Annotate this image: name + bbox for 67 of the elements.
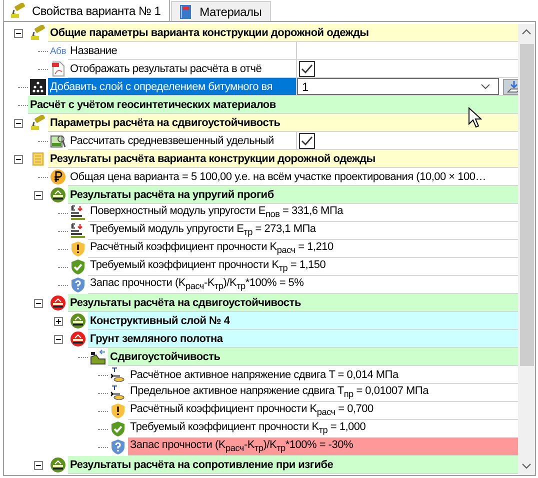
modulus-icon xyxy=(70,223,86,239)
group-header[interactable]: Параметры расчёта на сдвигоустойчивость xyxy=(48,114,518,132)
expand-icon[interactable] xyxy=(54,316,62,326)
scroll-icon xyxy=(30,151,46,167)
property-label: Расчётный коэффициент прочности K$_{расч}$ = 0,700 xyxy=(128,402,518,420)
group-header[interactable]: Грунт земляного полотна xyxy=(88,330,518,348)
collapse-icon[interactable] xyxy=(34,190,42,200)
layers-circle-icon xyxy=(50,295,66,311)
group-header[interactable]: Расчёт с учётом геосинтетических материалов xyxy=(28,96,518,114)
shield-exclamation-icon xyxy=(70,241,86,257)
layers-circle-icon xyxy=(70,331,86,347)
collapse-icon[interactable] xyxy=(14,28,22,38)
chevron-down-icon xyxy=(481,84,490,90)
property-label: Требуемый модуль упругости E$_{тр}$ = 273,1 МПа xyxy=(88,222,518,240)
tab[interactable]: Свойства варианта № 1 xyxy=(3,0,170,21)
shield-question-icon xyxy=(70,277,86,293)
apply-button[interactable] xyxy=(503,78,518,94)
scroll-up-icon[interactable] xyxy=(522,29,531,35)
shield-exclamation-icon xyxy=(110,403,126,419)
group-header[interactable]: Сдвигоустойчивость xyxy=(108,348,518,366)
collapse-icon[interactable] xyxy=(14,118,22,128)
group-header[interactable]: Результаты расчёта на сопротивление при изгибе xyxy=(68,456,518,474)
collapse-icon[interactable] xyxy=(54,334,62,344)
checkbox[interactable] xyxy=(299,132,315,148)
layers-circle-icon xyxy=(70,313,86,329)
paint-roller-icon xyxy=(30,115,46,131)
shield-question-icon xyxy=(110,439,126,455)
abc-icon: Абв xyxy=(50,46,66,56)
property-label[interactable]: Добавить слой с определением битумного вя xyxy=(48,78,296,96)
scrollbar-thumb[interactable] xyxy=(520,44,534,366)
checkbox[interactable] xyxy=(299,60,315,76)
collapse-icon[interactable] xyxy=(34,460,42,470)
mouse-pointer-icon xyxy=(468,107,482,129)
group-header[interactable]: Результаты расчёта на упругий прогиб xyxy=(68,186,518,204)
coin-icon xyxy=(50,169,66,185)
layers-circle-icon xyxy=(50,187,66,203)
group-header[interactable]: Общие параметры варианта конструкции дорожной одежды xyxy=(48,24,518,42)
collapse-icon[interactable] xyxy=(14,154,22,164)
paint-roller-icon xyxy=(10,2,26,18)
document-icon xyxy=(50,61,66,77)
property-label: Требуемый коэффициент прочности K$_{тр}$ = 1,000 xyxy=(128,420,518,438)
property-label: Запас прочности (K$_{расч}$-K$_{тр}$)/K$_{тр}$*100% = 5% xyxy=(88,276,518,294)
dots-square-icon xyxy=(30,79,46,95)
property-label: Запас прочности (K$_{расч}$-K$_{тр}$)/K$_{тр}$*100% = -30% xyxy=(128,438,518,456)
collapse-icon[interactable] xyxy=(34,298,42,308)
shield-check-icon xyxy=(70,259,86,275)
layers-circle-icon xyxy=(50,457,66,473)
group-header[interactable]: Результаты расчёта на сдвигоустойчивость xyxy=(68,294,518,312)
property-label: Расчётный коэффициент прочности K$_{расч}$ = 1,210 xyxy=(88,240,518,258)
shear-icon xyxy=(110,385,126,401)
chart-icon xyxy=(50,133,66,149)
scroll-down-icon[interactable] xyxy=(522,463,531,469)
scrollbar[interactable] xyxy=(518,24,535,475)
paint-roller-icon xyxy=(30,25,46,41)
slope-icon xyxy=(90,349,106,365)
book-icon xyxy=(178,4,194,20)
property-label: Предельное активное напряжение сдвига T$_{пр}$ = 0,01007 МПа xyxy=(128,384,518,402)
shear-icon xyxy=(110,367,126,383)
download-icon xyxy=(506,80,518,94)
tab[interactable]: Материалы xyxy=(170,1,271,21)
group-header[interactable]: Результаты расчёта варианта конструкции дорожной одежды xyxy=(48,150,518,168)
property-label: Поверхностный модуль упругости E$_{пов}$ = 331,6 МПа xyxy=(88,204,518,222)
modulus-icon xyxy=(70,205,86,221)
property-label: Требуемый коэффициент прочности K$_{тр}$ = 1,150 xyxy=(88,258,518,276)
shield-check-icon xyxy=(110,421,126,437)
group-header[interactable]: Конструктивный слой № 4 xyxy=(88,312,518,330)
layer-dropdown[interactable]: 1 xyxy=(297,78,499,95)
